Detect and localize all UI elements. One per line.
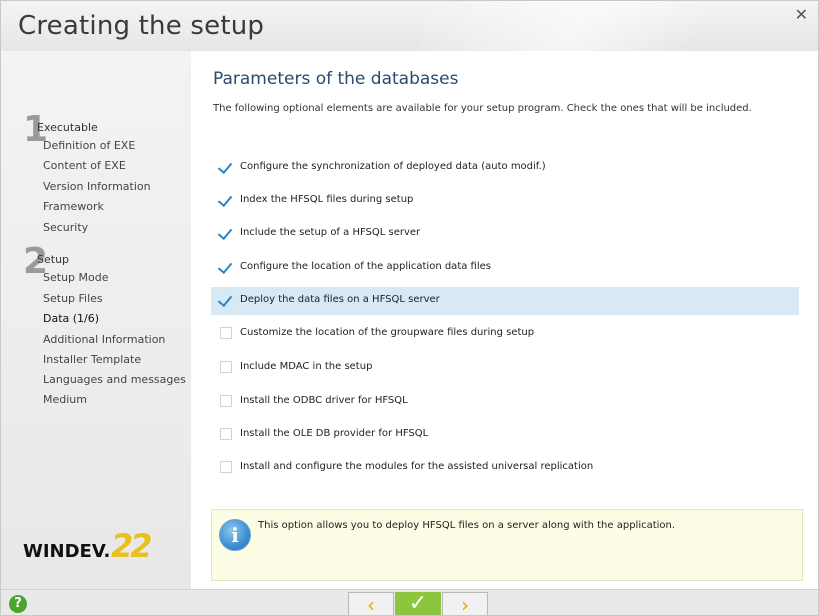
option-row[interactable]: Install and configure the modules for th…: [211, 454, 799, 482]
sidebar-item-languages-and-messages[interactable]: Languages and messages: [43, 373, 186, 386]
option-label: Include the setup of a HFSQL server: [240, 227, 421, 238]
title-bar: Creating the setup ✕: [1, 1, 818, 51]
windev-logo: WINDEV. 22: [23, 527, 152, 565]
sidebar-item-content-of-exe[interactable]: Content of EXE: [43, 159, 126, 172]
info-text: This option allows you to deploy HFSQL f…: [258, 520, 676, 531]
option-label: Customize the location of the groupware …: [240, 327, 535, 338]
option-label: Install and configure the modules for th…: [240, 461, 594, 472]
step-title: Setup: [37, 253, 70, 266]
sidebar-item-setup-mode[interactable]: Setup Mode: [43, 271, 108, 284]
checkbox[interactable]: [220, 194, 232, 206]
checkbox[interactable]: [220, 161, 232, 173]
sidebar-item-data[interactable]: Data (1/6): [43, 312, 99, 325]
main-panel: Parameters of the databases The followin…: [191, 51, 818, 589]
checkbox[interactable]: [220, 361, 232, 373]
option-label: Install the ODBC driver for HFSQL: [240, 395, 408, 406]
sidebar-item-additional-information[interactable]: Additional Information: [43, 333, 165, 346]
option-row[interactable]: Install the OLE DB provider for HFSQL: [211, 421, 799, 449]
steps-sidebar: 1 Executable Definition of EXE Content o…: [1, 51, 191, 589]
sidebar-item-framework[interactable]: Framework: [43, 200, 104, 213]
page-title: Parameters of the databases: [213, 69, 459, 89]
checkbox[interactable]: [220, 327, 232, 339]
finish-button[interactable]: ✓: [395, 591, 441, 616]
option-row[interactable]: Install the ODBC driver for HFSQL: [211, 388, 799, 416]
step-title: Executable: [37, 121, 98, 134]
chevron-right-icon: ›: [461, 593, 469, 616]
checkbox[interactable]: [220, 428, 232, 440]
checkbox[interactable]: [220, 461, 232, 473]
sidebar-item-installer-template[interactable]: Installer Template: [43, 353, 141, 366]
info-panel: i This option allows you to deploy HFSQL…: [211, 509, 803, 581]
option-row[interactable]: Include MDAC in the setup: [211, 354, 799, 382]
option-label: Deploy the data files on a HFSQL server: [240, 294, 440, 305]
check-icon: ✓: [408, 591, 428, 616]
sidebar-item-setup-files[interactable]: Setup Files: [43, 292, 103, 305]
checkbox[interactable]: [220, 395, 232, 407]
info-icon: i: [219, 519, 251, 551]
option-label: Configure the location of the applicatio…: [240, 261, 491, 272]
option-label: Install the OLE DB provider for HFSQL: [240, 428, 429, 439]
sidebar-item-version-information[interactable]: Version Information: [43, 180, 151, 193]
option-row[interactable]: Configure the synchronization of deploye…: [211, 154, 799, 182]
checkbox[interactable]: [220, 261, 232, 273]
option-label: Index the HFSQL files during setup: [240, 194, 414, 205]
logo-version: 22: [111, 527, 152, 565]
checkbox[interactable]: [220, 227, 232, 239]
previous-button[interactable]: ‹: [348, 592, 394, 616]
sidebar-item-security[interactable]: Security: [43, 221, 88, 234]
chevron-left-icon: ‹: [367, 593, 375, 616]
next-button[interactable]: ›: [442, 592, 488, 616]
setup-wizard-window: Creating the setup ✕ 1 Executable Defini…: [0, 0, 819, 616]
logo-text: WINDEV.: [23, 541, 111, 562]
page-description: The following optional elements are avai…: [213, 103, 752, 114]
option-row[interactable]: Deploy the data files on a HFSQL server: [211, 287, 799, 315]
checkbox[interactable]: [220, 294, 232, 306]
option-row[interactable]: Index the HFSQL files during setup: [211, 187, 799, 215]
sidebar-item-definition-of-exe[interactable]: Definition of EXE: [43, 139, 135, 152]
window-title: Creating the setup: [18, 11, 265, 41]
option-label: Configure the synchronization of deploye…: [240, 161, 546, 172]
bottom-bar: ? ‹ ✓ ›: [1, 589, 818, 616]
option-row[interactable]: Configure the location of the applicatio…: [211, 254, 799, 282]
help-button[interactable]: ?: [9, 595, 27, 613]
option-label: Include MDAC in the setup: [240, 361, 373, 372]
close-icon[interactable]: ✕: [795, 5, 808, 24]
option-row[interactable]: Include the setup of a HFSQL server: [211, 220, 799, 248]
option-row[interactable]: Customize the location of the groupware …: [211, 320, 799, 348]
sidebar-item-medium[interactable]: Medium: [43, 393, 87, 406]
